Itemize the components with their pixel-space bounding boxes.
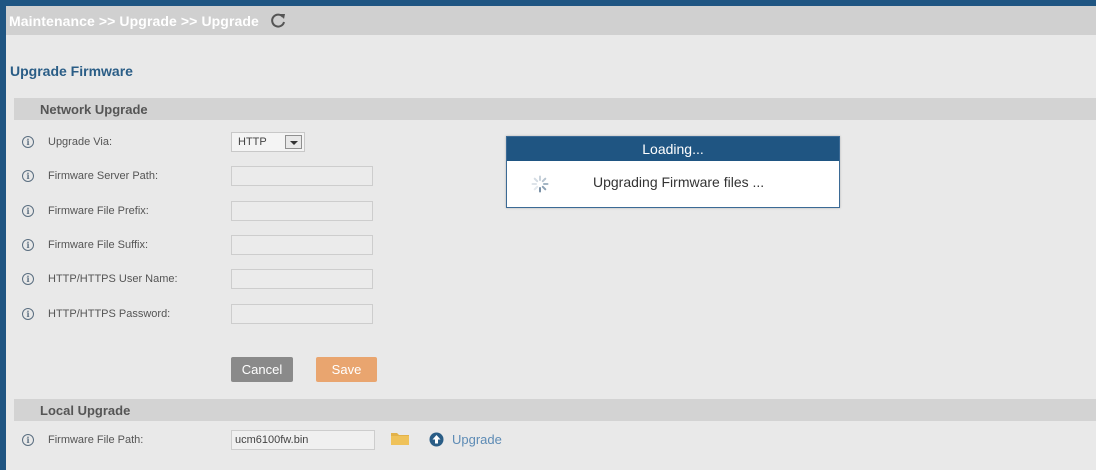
user-name-row: i HTTP/HTTPS User Name: bbox=[14, 268, 414, 290]
file-prefix-label: Firmware File Prefix: bbox=[48, 205, 149, 217]
password-label: HTTP/HTTPS Password: bbox=[48, 308, 171, 320]
file-suffix-row: i Firmware File Suffix: bbox=[14, 234, 414, 256]
page-title: Upgrade Firmware bbox=[10, 63, 133, 79]
upgrade-via-value: HTTP bbox=[238, 136, 267, 148]
cancel-button[interactable]: Cancel bbox=[231, 357, 293, 382]
file-suffix-input[interactable] bbox=[231, 235, 373, 255]
breadcrumb: Maintenance >> Upgrade >> Upgrade bbox=[9, 12, 259, 29]
info-icon[interactable]: i bbox=[22, 170, 34, 182]
server-path-label: Firmware Server Path: bbox=[48, 170, 159, 182]
file-path-label: Firmware File Path: bbox=[48, 434, 144, 446]
network-upgrade-title: Network Upgrade bbox=[40, 101, 148, 117]
file-path-input[interactable]: ucm6100fw.bin bbox=[231, 430, 375, 450]
local-upgrade-title: Local Upgrade bbox=[40, 402, 131, 418]
upgrade-via-label: Upgrade Via: bbox=[48, 136, 113, 148]
info-icon[interactable]: i bbox=[22, 308, 34, 320]
save-button[interactable]: Save bbox=[316, 357, 377, 382]
loading-message: Upgrading Firmware files ... bbox=[593, 174, 765, 190]
file-suffix-label: Firmware File Suffix: bbox=[48, 239, 149, 251]
file-path-value: ucm6100fw.bin bbox=[235, 434, 309, 446]
upgrade-via-select[interactable]: HTTP bbox=[231, 132, 305, 152]
server-path-input[interactable] bbox=[231, 166, 373, 186]
server-path-row: i Firmware Server Path: bbox=[14, 165, 414, 187]
refresh-icon[interactable] bbox=[267, 10, 289, 32]
file-prefix-input[interactable] bbox=[231, 201, 373, 221]
spinner-icon bbox=[531, 175, 549, 193]
upgrade-link[interactable]: Upgrade bbox=[429, 430, 502, 448]
main-frame: Maintenance >> Upgrade >> Upgrade Upgrad… bbox=[6, 6, 1096, 470]
info-icon[interactable]: i bbox=[22, 136, 34, 148]
file-prefix-row: i Firmware File Prefix: bbox=[14, 200, 414, 222]
local-upgrade-header: Local Upgrade bbox=[14, 399, 1096, 421]
info-icon[interactable]: i bbox=[22, 239, 34, 251]
user-name-label: HTTP/HTTPS User Name: bbox=[48, 273, 178, 285]
network-upgrade-header: Network Upgrade bbox=[14, 98, 1096, 120]
loading-dialog: Loading... Upgrading Firmware files ... bbox=[506, 136, 840, 208]
password-row: i HTTP/HTTPS Password: bbox=[14, 303, 414, 325]
user-name-input[interactable] bbox=[231, 269, 373, 289]
info-icon[interactable]: i bbox=[22, 273, 34, 285]
upload-icon bbox=[429, 432, 444, 446]
password-input[interactable] bbox=[231, 304, 373, 324]
upgrade-link-label: Upgrade bbox=[452, 431, 502, 447]
info-icon[interactable]: i bbox=[22, 434, 34, 446]
chevron-down-icon[interactable] bbox=[285, 135, 302, 149]
breadcrumb-bar: Maintenance >> Upgrade >> Upgrade bbox=[6, 6, 1096, 35]
info-icon[interactable]: i bbox=[22, 205, 34, 217]
loading-dialog-title: Loading... bbox=[507, 137, 839, 161]
loading-dialog-body: Upgrading Firmware files ... bbox=[507, 161, 839, 207]
folder-icon[interactable] bbox=[391, 431, 409, 445]
upgrade-via-row: i Upgrade Via: HTTP bbox=[14, 131, 414, 153]
